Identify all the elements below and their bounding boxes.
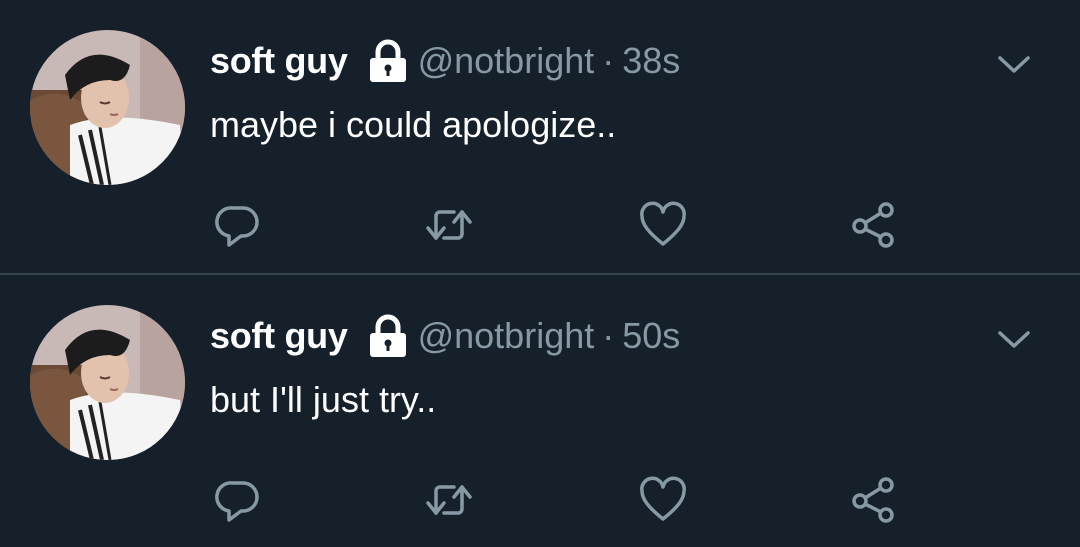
avatar[interactable] <box>30 30 185 185</box>
share-icon[interactable] <box>848 475 898 525</box>
display-name[interactable]: soft guy <box>210 40 348 82</box>
handle[interactable]: @notbright <box>418 40 595 82</box>
tweet-text: but I'll just try.. <box>210 379 437 420</box>
like-icon[interactable] <box>638 475 688 525</box>
lock-icon <box>364 313 412 359</box>
separator-dot: · <box>602 315 615 356</box>
timestamp[interactable]: 50s <box>622 315 680 357</box>
lock-icon <box>364 38 412 84</box>
chevron-down-icon[interactable] <box>994 50 1034 78</box>
tweet-text: maybe i could apologize.. <box>210 104 617 145</box>
display-name[interactable]: soft guy <box>210 315 348 357</box>
reply-icon[interactable] <box>213 475 263 525</box>
avatar[interactable] <box>30 305 185 460</box>
tweet-header: soft guy @notbright · 38s <box>210 38 680 84</box>
timestamp[interactable]: 38s <box>622 40 680 82</box>
retweet-icon[interactable] <box>424 475 474 525</box>
chevron-down-icon[interactable] <box>994 325 1034 353</box>
tweet[interactable]: soft guy @notbright · 38s maybe i could … <box>0 0 1080 273</box>
reply-icon[interactable] <box>213 200 263 250</box>
retweet-icon[interactable] <box>424 200 474 250</box>
tweet-header: soft guy @notbright · 50s <box>210 313 680 359</box>
like-icon[interactable] <box>638 200 688 250</box>
separator-dot: · <box>602 40 615 81</box>
tweet[interactable]: soft guy @notbright · 50s but I'll just … <box>0 275 1080 547</box>
share-icon[interactable] <box>848 200 898 250</box>
handle[interactable]: @notbright <box>418 315 595 357</box>
